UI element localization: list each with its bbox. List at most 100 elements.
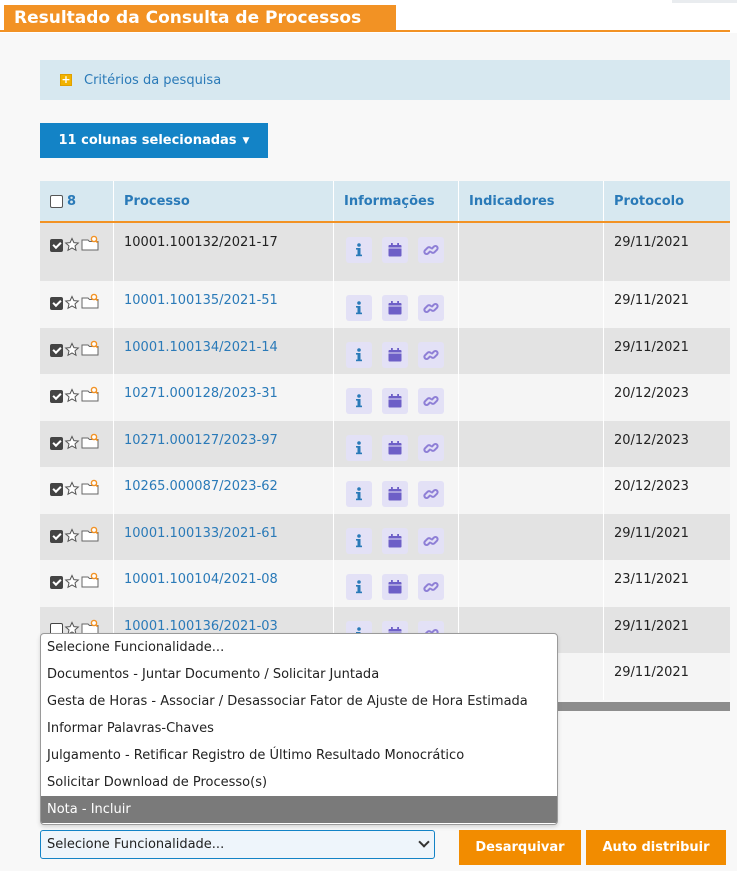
selected-count: 8 [67,193,77,209]
processo-cell: 10001.100132/2021-17 [113,223,333,281]
dropdown-option[interactable]: Nota - Incluir [41,796,557,823]
info-icon[interactable] [346,434,372,461]
informacoes-cell [333,560,458,607]
dropdown-option[interactable]: Selecione Funcionalidade... [41,634,557,661]
processo-link[interactable]: 10271.000128/2023-31 [124,386,278,401]
info-icon[interactable] [346,295,372,321]
desarquivar-button[interactable]: Desarquivar [459,830,581,865]
calendar-icon[interactable] [382,388,408,414]
protocolo-cell: 29/11/2021 [603,223,730,281]
funcionalidade-select[interactable]: Selecione Funcionalidade... [40,830,435,859]
protocolo-cell: 29/11/2021 [603,327,730,374]
row-actions [40,223,113,281]
star-icon[interactable] [64,481,80,497]
protocolo-cell: 29/11/2021 [603,653,730,700]
row-checkbox[interactable] [50,343,63,357]
calendar-icon[interactable] [382,434,408,461]
star-icon[interactable] [64,527,80,544]
row-checkbox[interactable] [50,390,63,403]
folder-search-icon[interactable] [81,526,99,542]
indicadores-cell [458,281,603,328]
row-checkbox[interactable] [50,576,63,589]
info-icon[interactable] [346,574,372,600]
col-header-processo[interactable]: Processo [113,181,333,221]
col-header-indicadores[interactable]: Indicadores [458,181,603,221]
protocolo-cell: 29/11/2021 [603,513,730,560]
processo-link[interactable]: 10271.000127/2023-97 [124,433,278,448]
star-icon[interactable] [64,574,80,590]
row-actions [40,560,113,607]
protocolo-cell: 23/11/2021 [603,560,730,607]
dropdown-option[interactable]: Informar Palavras-Chaves [41,715,557,742]
info-icon[interactable] [346,481,372,507]
folder-search-icon[interactable] [81,433,99,449]
link-icon[interactable] [418,527,444,554]
star-icon[interactable] [64,237,80,253]
auto-distribuir-button[interactable]: Auto distribuir [586,830,726,865]
columns-select-button[interactable]: 11 colunas selecionadas ▼ [40,123,268,158]
funcionalidade-dropdown-list: Selecione Funcionalidade... Documentos - … [40,633,558,825]
indicadores-cell [458,223,603,281]
col-header-informacoes[interactable]: Informações [333,181,458,221]
informacoes-cell [333,223,458,281]
processo-cell: 10271.000127/2023-97 [113,420,333,467]
link-icon[interactable] [418,388,444,414]
star-icon[interactable] [64,341,80,358]
calendar-icon[interactable] [382,481,408,507]
dropdown-option[interactable]: Gesta de Horas - Associar / Desassociar … [41,688,557,715]
informacoes-cell [333,327,458,374]
row-checkbox[interactable] [50,239,63,252]
calendar-icon[interactable] [382,574,408,600]
folder-search-icon[interactable] [81,340,99,356]
criteria-panel[interactable]: + Critérios da pesquisa [40,60,730,100]
caret-down-icon: ▼ [242,135,250,146]
link-icon[interactable] [418,295,444,321]
table-row: 10271.000127/2023-97 20/12/2023 [40,420,730,467]
row-checkbox[interactable] [50,297,63,310]
link-icon[interactable] [418,574,444,600]
folder-search-icon[interactable] [81,235,99,251]
row-checkbox[interactable] [50,436,63,450]
processo-link[interactable]: 10001.100104/2021-08 [124,572,278,587]
expand-plus-icon[interactable]: + [60,74,72,86]
dropdown-option[interactable]: Solicitar Download de Processo(s) [41,769,557,796]
select-all-checkbox[interactable] [50,194,63,208]
processo-link[interactable]: 10001.100133/2021-61 [124,526,278,541]
top-right-strip [672,0,737,3]
processo-link[interactable]: 10001.100134/2021-14 [124,340,278,355]
processo-link[interactable]: 10265.000087/2023-62 [124,479,278,494]
calendar-icon[interactable] [382,237,408,263]
dropdown-option[interactable]: Julgamento - Retificar Registro de Últim… [41,742,557,769]
star-icon[interactable] [64,388,80,404]
info-icon[interactable] [346,341,372,368]
table-row: 10001.100135/2021-51 29/11/2021 [40,281,730,328]
calendar-icon[interactable] [382,295,408,321]
processo-link[interactable]: 10001.100135/2021-51 [124,293,278,308]
info-icon[interactable] [346,527,372,554]
protocolo-cell: 29/11/2021 [603,281,730,328]
horizontal-scrollbar[interactable] [558,702,730,711]
info-icon[interactable] [346,237,372,263]
folder-search-icon[interactable] [81,572,99,588]
processo-cell: 10001.100134/2021-14 [113,327,333,374]
star-icon[interactable] [64,434,80,451]
criteria-label[interactable]: Critérios da pesquisa [84,73,221,88]
info-icon[interactable] [346,388,372,414]
link-icon[interactable] [418,237,444,263]
folder-search-icon[interactable] [81,386,99,402]
dropdown-option[interactable]: Documentos - Juntar Documento / Solicita… [41,661,557,688]
calendar-icon[interactable] [382,341,408,368]
link-icon[interactable] [418,434,444,461]
row-checkbox[interactable] [50,529,63,543]
link-icon[interactable] [418,341,444,368]
col-header-protocolo[interactable]: Protocolo [603,181,730,221]
calendar-icon[interactable] [382,527,408,554]
folder-search-icon[interactable] [81,479,99,495]
link-icon[interactable] [418,481,444,507]
row-checkbox[interactable] [50,483,63,496]
indicadores-cell [458,560,603,607]
processo-link[interactable]: 10001.100136/2021-03 [124,619,278,634]
star-icon[interactable] [64,295,80,311]
processo-cell: 10265.000087/2023-62 [113,467,333,514]
folder-search-icon[interactable] [81,293,99,309]
